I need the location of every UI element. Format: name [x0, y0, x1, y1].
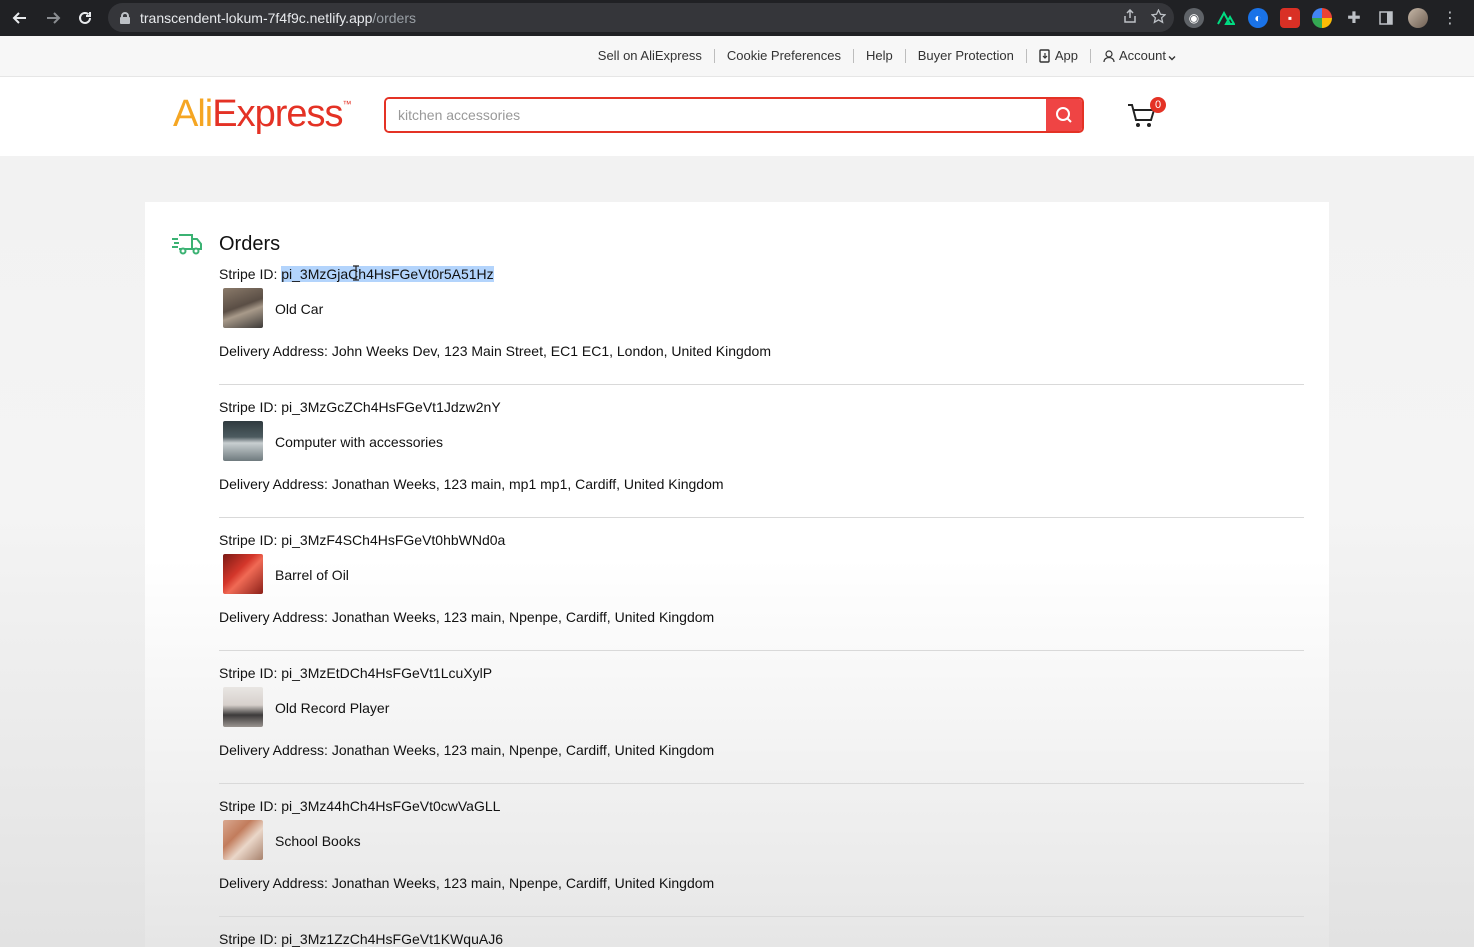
account-link[interactable]: Account [1091, 49, 1178, 63]
extension-red-icon[interactable]: ▪ [1280, 8, 1300, 28]
divider [219, 916, 1304, 917]
site-header: AliExpress™ 0 [0, 77, 1474, 156]
divider [219, 650, 1304, 651]
bookmark-star-icon[interactable] [1150, 7, 1167, 27]
forward-icon[interactable] [37, 2, 69, 34]
help-link[interactable]: Help [854, 49, 906, 63]
buyer-protection-link[interactable]: Buyer Protection [906, 49, 1027, 63]
share-icon[interactable] [1123, 8, 1137, 26]
search-bar [384, 97, 1084, 133]
divider [219, 783, 1304, 784]
delivery-address: Delivery Address: Jonathan Weeks, 123 ma… [219, 875, 715, 891]
delivery-address: Delivery Address: Jonathan Weeks, 123 ma… [219, 476, 724, 492]
divider [219, 517, 1304, 518]
cookie-preferences-link[interactable]: Cookie Preferences [715, 49, 855, 63]
delivery-address: Delivery Address: Jonathan Weeks, 123 ma… [219, 742, 715, 758]
account-label: Account [1119, 48, 1166, 63]
delivery-truck-icon [171, 230, 203, 258]
cart-button[interactable]: 0 [1126, 97, 1166, 135]
search-input[interactable] [386, 99, 1046, 131]
url-path: /orders [372, 9, 416, 26]
stripe-id-line: Stripe ID: pi_3Mz44hCh4HsFGeVt0cwVaGLL [219, 798, 501, 814]
product-thumbnail[interactable] [223, 554, 263, 594]
browser-toolbar: transcendent-lokum-7f4f9c.netlify.app/or… [0, 0, 1474, 36]
stripe-id-line: Stripe ID: pi_3MzEtDCh4HsFGeVt1LcuXylP [219, 665, 493, 681]
stripe-id: pi_3MzEtDCh4HsFGeVt1LcuXylP [281, 665, 493, 681]
back-icon[interactable] [4, 2, 36, 34]
utility-bar: Sell on AliExpress Cookie Preferences He… [0, 36, 1474, 77]
order-item: Stripe ID: pi_3MzEtDCh4HsFGeVt1LcuXylP O… [219, 665, 1304, 798]
order-item: Stripe ID: pi_3MzGjaCh4HsFGeVt0r5A51Hz O… [219, 266, 1304, 399]
order-item: Stripe ID: pi_3MzF4SCh4HsFGeVt0hbWNd0a B… [219, 532, 1304, 665]
stripe-id: pi_3Mz1ZzCh4HsFGeVt1KWquAJ6 [281, 931, 504, 947]
extensions-puzzle-icon[interactable]: ✚ [1344, 8, 1364, 28]
delivery-address: Delivery Address: John Weeks Dev, 123 Ma… [219, 343, 771, 359]
order-item: Stripe ID: pi_3MzGcZCh4HsFGeVt1Jdzw2nY C… [219, 399, 1304, 532]
divider [219, 384, 1304, 385]
stripe-id-line: Stripe ID: pi_3MzF4SCh4HsFGeVt0hbWNd0a [219, 532, 506, 548]
chevron-down-icon[interactable] [1167, 50, 1177, 68]
reload-icon[interactable] [69, 2, 101, 34]
stripe-id: pi_3MzGcZCh4HsFGeVt1Jdzw2nY [281, 399, 501, 415]
extension-mask-icon[interactable]: ◉ [1184, 8, 1204, 28]
app-label: App [1054, 48, 1079, 63]
url-host: transcendent-lokum-7f4f9c.netlify.app [140, 9, 373, 26]
search-button[interactable] [1046, 99, 1082, 131]
phone-app-icon [1039, 49, 1050, 63]
user-icon [1103, 50, 1115, 62]
menu-kebab-icon[interactable]: ⋮ [1440, 8, 1460, 28]
stripe-id-line: Stripe ID: pi_3MzGcZCh4HsFGeVt1Jdzw2nY [219, 399, 501, 415]
product-thumbnail[interactable] [223, 421, 263, 461]
order-item: Stripe ID: pi_3Mz44hCh4HsFGeVt0cwVaGLL S… [219, 798, 1304, 931]
product-name: Barrel of Oil [275, 567, 349, 583]
product-thumbnail[interactable] [223, 288, 263, 328]
stripe-id: pi_3MzF4SCh4HsFGeVt0hbWNd0a [281, 532, 506, 548]
product-name: Computer with accessories [275, 434, 444, 450]
product-thumbnail[interactable] [223, 820, 263, 860]
aliexpress-logo[interactable]: AliExpress™ [173, 93, 352, 136]
order-item: Stripe ID: pi_3Mz1ZzCh4HsFGeVt1KWquAJ6 [219, 931, 1304, 947]
side-panel-icon[interactable] [1376, 8, 1396, 28]
extension-blue-icon[interactable]: ◐ [1248, 8, 1268, 28]
stripe-id-line: Stripe ID: pi_3Mz1ZzCh4HsFGeVt1KWquAJ6 [219, 931, 504, 947]
extension-color-icon[interactable] [1312, 8, 1332, 28]
lock-icon [120, 11, 130, 24]
product-thumbnail[interactable] [223, 687, 263, 727]
cart-count-badge: 0 [1150, 97, 1166, 113]
delivery-address: Delivery Address: Jonathan Weeks, 123 ma… [219, 609, 715, 625]
stripe-id: pi_3Mz44hCh4HsFGeVt0cwVaGLL [281, 798, 501, 814]
search-icon [1056, 107, 1072, 123]
product-name: Old Record Player [275, 700, 390, 716]
page-title: Orders [219, 233, 281, 255]
extension-nuxt-icon[interactable] [1216, 8, 1236, 28]
app-link[interactable]: App [1027, 48, 1092, 63]
text-cursor-icon [352, 265, 360, 286]
sell-link[interactable]: Sell on AliExpress [598, 49, 715, 63]
address-bar[interactable]: transcendent-lokum-7f4f9c.netlify.app/or… [108, 3, 1174, 32]
product-name: Old Car [275, 301, 324, 317]
product-name: School Books [275, 833, 361, 849]
profile-avatar[interactable] [1408, 8, 1428, 28]
stripe-id: pi_3MzGjaCh4HsFGeVt0r5A51Hz [281, 266, 494, 282]
